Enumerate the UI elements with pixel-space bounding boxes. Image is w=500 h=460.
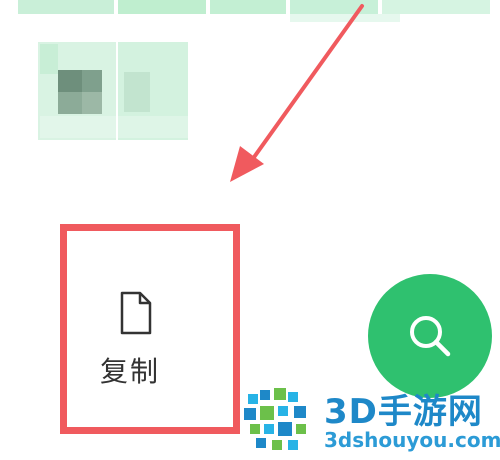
watermark-logo-icon xyxy=(244,388,306,450)
search-button[interactable] xyxy=(368,274,492,398)
mosaic-tile xyxy=(82,70,102,92)
document-icon xyxy=(120,291,152,335)
copy-label: 复制 xyxy=(100,355,161,388)
mosaic-tile xyxy=(118,0,206,14)
watermark: 3D手游网 3dshouyou.com xyxy=(240,382,500,460)
mosaic-tile xyxy=(82,92,102,114)
mosaic-tile xyxy=(18,0,114,14)
watermark-url: 3dshouyou.com xyxy=(324,428,500,452)
search-icon xyxy=(410,316,451,357)
mosaic-tile xyxy=(124,72,150,112)
mosaic-tile xyxy=(58,70,82,92)
copy-button[interactable]: 复制 xyxy=(92,280,182,400)
mosaic-tile xyxy=(290,14,400,22)
mosaic-tile xyxy=(290,0,378,14)
mosaic-tile xyxy=(58,92,82,114)
mosaic-tile xyxy=(382,0,490,14)
watermark-title: 3D手游网 xyxy=(324,392,483,432)
mosaic-tile xyxy=(40,116,116,138)
mosaic-tile xyxy=(40,44,58,74)
mosaic-tile xyxy=(210,0,286,14)
mosaic-tile xyxy=(118,116,188,138)
